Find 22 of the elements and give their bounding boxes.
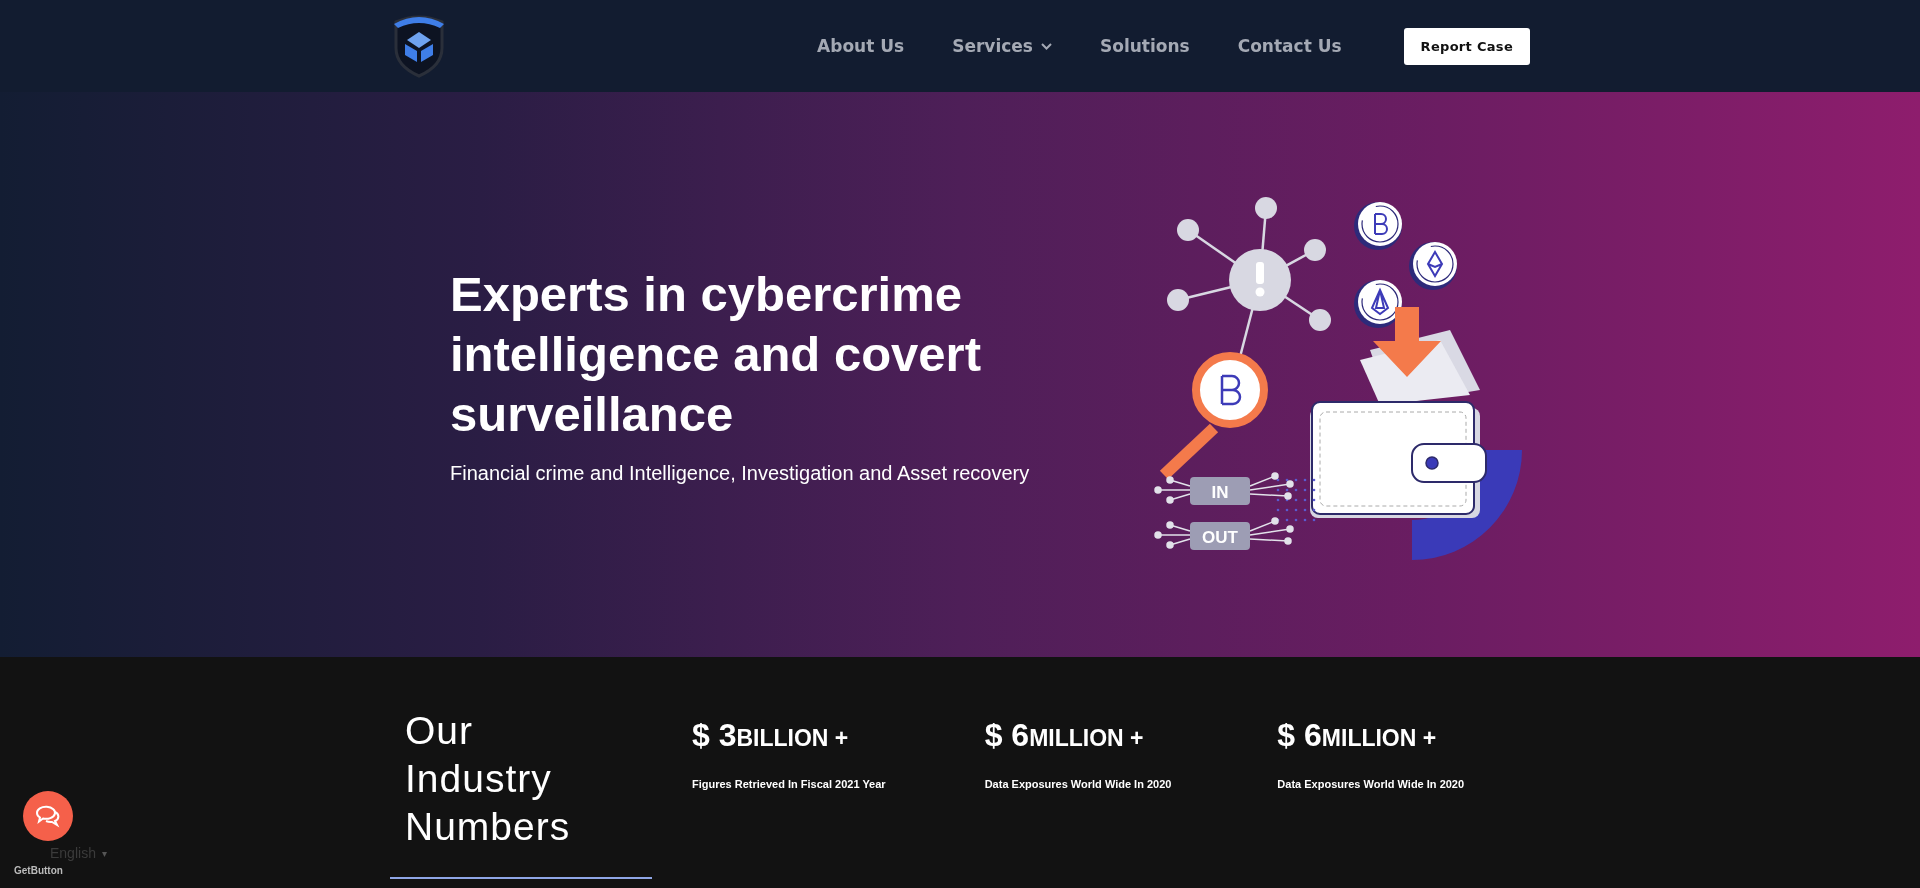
- in-label: IN: [1211, 482, 1229, 502]
- nav-link[interactable]: Services: [952, 36, 1052, 56]
- in-chip: [1190, 476, 1250, 505]
- stat-value: $ 3BILLION +: [692, 717, 850, 754]
- out-label: OUT: [1202, 527, 1238, 547]
- hero-title: Experts in cybercrime intelligence and covert surveillance: [450, 266, 982, 443]
- chevron-down-icon: [1041, 42, 1052, 50]
- out-chip: [1190, 521, 1250, 550]
- nav-link[interactable]: About Us: [817, 36, 905, 56]
- caret-icon: ▾: [101, 847, 107, 859]
- brand-label: GetButton: [14, 865, 64, 876]
- report-case-button[interactable]: Report Case: [1403, 27, 1530, 65]
- chat-bubbles-icon: [34, 804, 62, 828]
- nav-link[interactable]: Contact Us: [1237, 36, 1342, 56]
- nav-link[interactable]: Solutions: [1100, 36, 1190, 56]
- stat-caption: Data Exposures World Wide In 2020: [984, 778, 1173, 790]
- stat-value: $ 6MILLION +: [984, 717, 1145, 754]
- stats-heading: Our Industry Numbers: [405, 708, 572, 850]
- stat-caption: Data Exposures World Wide In 2020: [1277, 778, 1466, 790]
- stat-caption: Figures Retrieved In Fiscal 2021 Year: [692, 778, 887, 790]
- stat-value: $ 6MILLION +: [1277, 717, 1438, 754]
- hero-subtitle: Financial crime and Intelligence, Investigation and Asset recovery: [450, 462, 1031, 485]
